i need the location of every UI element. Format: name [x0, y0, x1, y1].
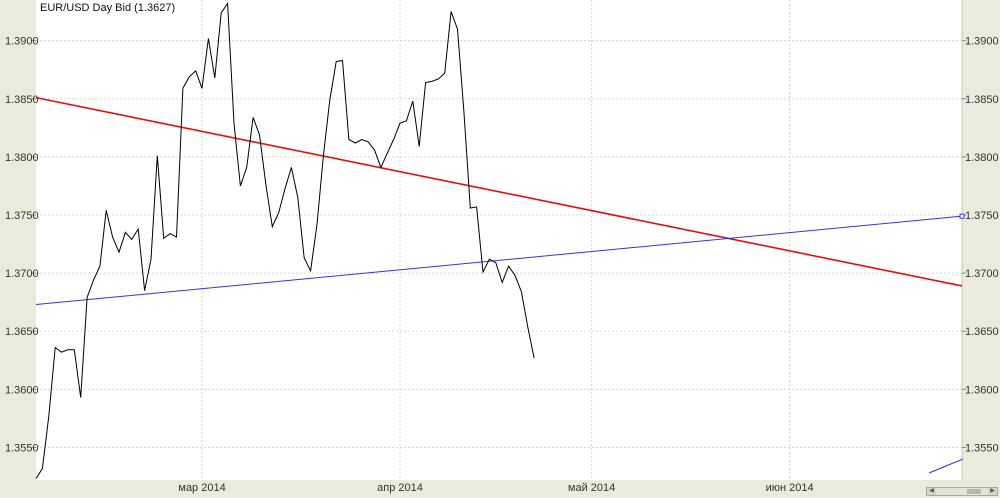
y-tick-label-left: 1.3850 — [5, 94, 39, 106]
chart-title: EUR/USD Day Bid (1.3627) — [40, 2, 175, 14]
x-tick-labels: мар 2014 апр 2014 май 2014 июн 2014 — [178, 482, 813, 494]
y-tick-label-left: 1.3700 — [5, 268, 39, 280]
y-tick-label-right: 1.3900 — [965, 36, 999, 48]
x-tick-label: июн 2014 — [766, 482, 814, 494]
y-tick-label-left: 1.3650 — [5, 326, 39, 338]
plot-background — [36, 0, 962, 480]
scroll-thumb[interactable] — [967, 489, 981, 494]
scroll-right-icon[interactable]: ▶ — [988, 488, 997, 495]
y-tick-label-left: 1.3900 — [5, 36, 39, 48]
x-tick-label: апр 2014 — [377, 482, 423, 494]
x-tick-label: мар 2014 — [178, 482, 225, 494]
y-tick-label-right: 1.3850 — [965, 94, 999, 106]
y-tick-label-left: 1.3750 — [5, 210, 39, 222]
y-tick-label-right: 1.3550 — [965, 442, 999, 454]
y-tick-label-right: 1.3800 — [965, 152, 999, 164]
y-tick-label-right: 1.3600 — [965, 384, 999, 396]
x-tick-label: май 2014 — [568, 482, 615, 494]
y-tick-label-left: 1.3550 — [5, 442, 39, 454]
y-tick-label-right: 1.3650 — [965, 326, 999, 338]
y-tick-label-left: 1.3600 — [5, 384, 39, 396]
trendline-handle — [959, 213, 965, 219]
scroll-left-icon[interactable]: ◀ — [927, 488, 936, 495]
chart-area[interactable]: 1.3550 1.3550 1.3600 1.3600 1.3650 1.3650 1.37… — [0, 0, 1000, 498]
y-tick-label-right: 1.3700 — [965, 268, 999, 280]
y-tick-label-right: 1.3750 — [965, 210, 999, 222]
y-tick-label-left: 1.3800 — [5, 152, 39, 164]
horizontal-scrollbar[interactable]: ◀ ▶ — [926, 487, 998, 496]
